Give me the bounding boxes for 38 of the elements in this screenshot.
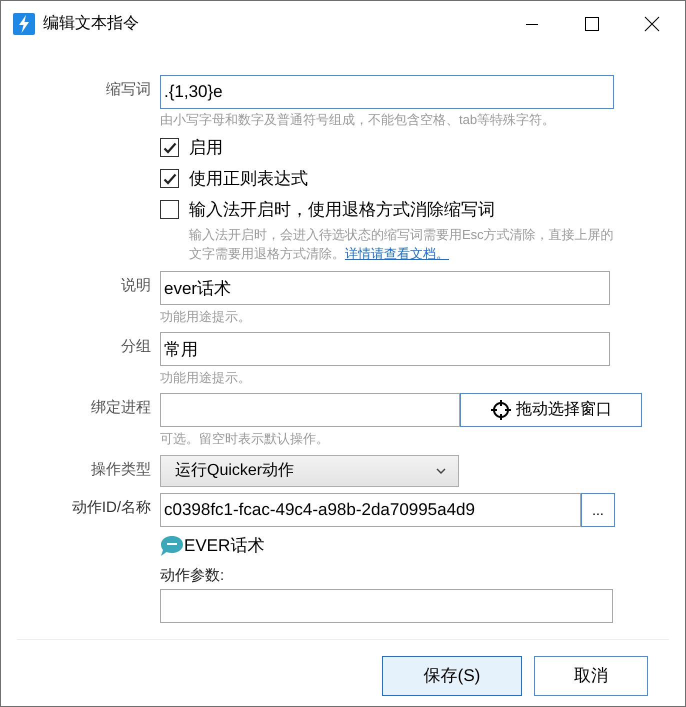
checkbox[interactable]	[160, 200, 179, 219]
chevron-down-icon	[436, 468, 446, 474]
action-name: EVER话术	[184, 535, 264, 557]
field-label: 分组	[120, 337, 152, 357]
action-params-field[interactable]	[160, 589, 613, 623]
field-label: 操作类型	[90, 460, 152, 480]
action-type-dropdown[interactable]: 运行Quicker动作	[160, 455, 459, 487]
crosshair-icon	[490, 399, 512, 421]
abbreviation-field[interactable]: .{1,30}e	[160, 75, 614, 109]
action-id-field[interactable]: c0398fc1-fcac-49c4-a98b-2da70995a4d9	[160, 493, 581, 527]
close-icon	[644, 16, 660, 32]
field-label: 绑定进程	[90, 398, 152, 418]
checkbox[interactable]	[160, 169, 179, 188]
cancel-button[interactable]: 取消	[534, 656, 648, 696]
hint-text: 输入法开启时，会进入待选状态的缩写词需要用Esc方式清除，直接上屏的文字需要用退格方式清除。详情请查看文档。	[189, 226, 614, 263]
checkbox[interactable]	[160, 138, 179, 157]
browse-button[interactable]: ...	[581, 493, 615, 527]
field-label: 动作ID/名称	[70, 498, 152, 518]
save-button[interactable]: 保存(S)	[382, 656, 522, 696]
hint-text: 功能用途提示。	[160, 369, 252, 387]
checkbox-label: 启用	[189, 136, 223, 159]
field-label: 缩写词	[105, 80, 152, 100]
drag-select-button[interactable]: 拖动选择窗口	[460, 393, 642, 427]
window-title: 编辑文本指令	[43, 14, 139, 34]
checkbox-label: 输入法开启时，使用退格方式消除缩写词	[189, 198, 495, 221]
process-field[interactable]	[160, 393, 460, 427]
field-label: 说明	[120, 276, 152, 296]
docs-link[interactable]: 详情请查看文档。	[345, 246, 449, 261]
hint-text: 功能用途提示。	[160, 308, 252, 326]
checkbox-label: 使用正则表达式	[189, 168, 308, 190]
maximize-icon	[584, 16, 600, 32]
chat-bubble-icon	[160, 534, 184, 557]
field-label: 动作参数:	[160, 566, 226, 586]
hint-text: 由小写字母和数字及普通符号组成，不能包含空格、tab等特殊字符。	[160, 111, 556, 129]
group-field[interactable]: 常用	[160, 332, 610, 366]
app-icon	[13, 13, 35, 35]
description-field[interactable]: ever话术	[160, 271, 610, 305]
hint-text: 可选。留空时表示默认操作。	[160, 430, 330, 448]
